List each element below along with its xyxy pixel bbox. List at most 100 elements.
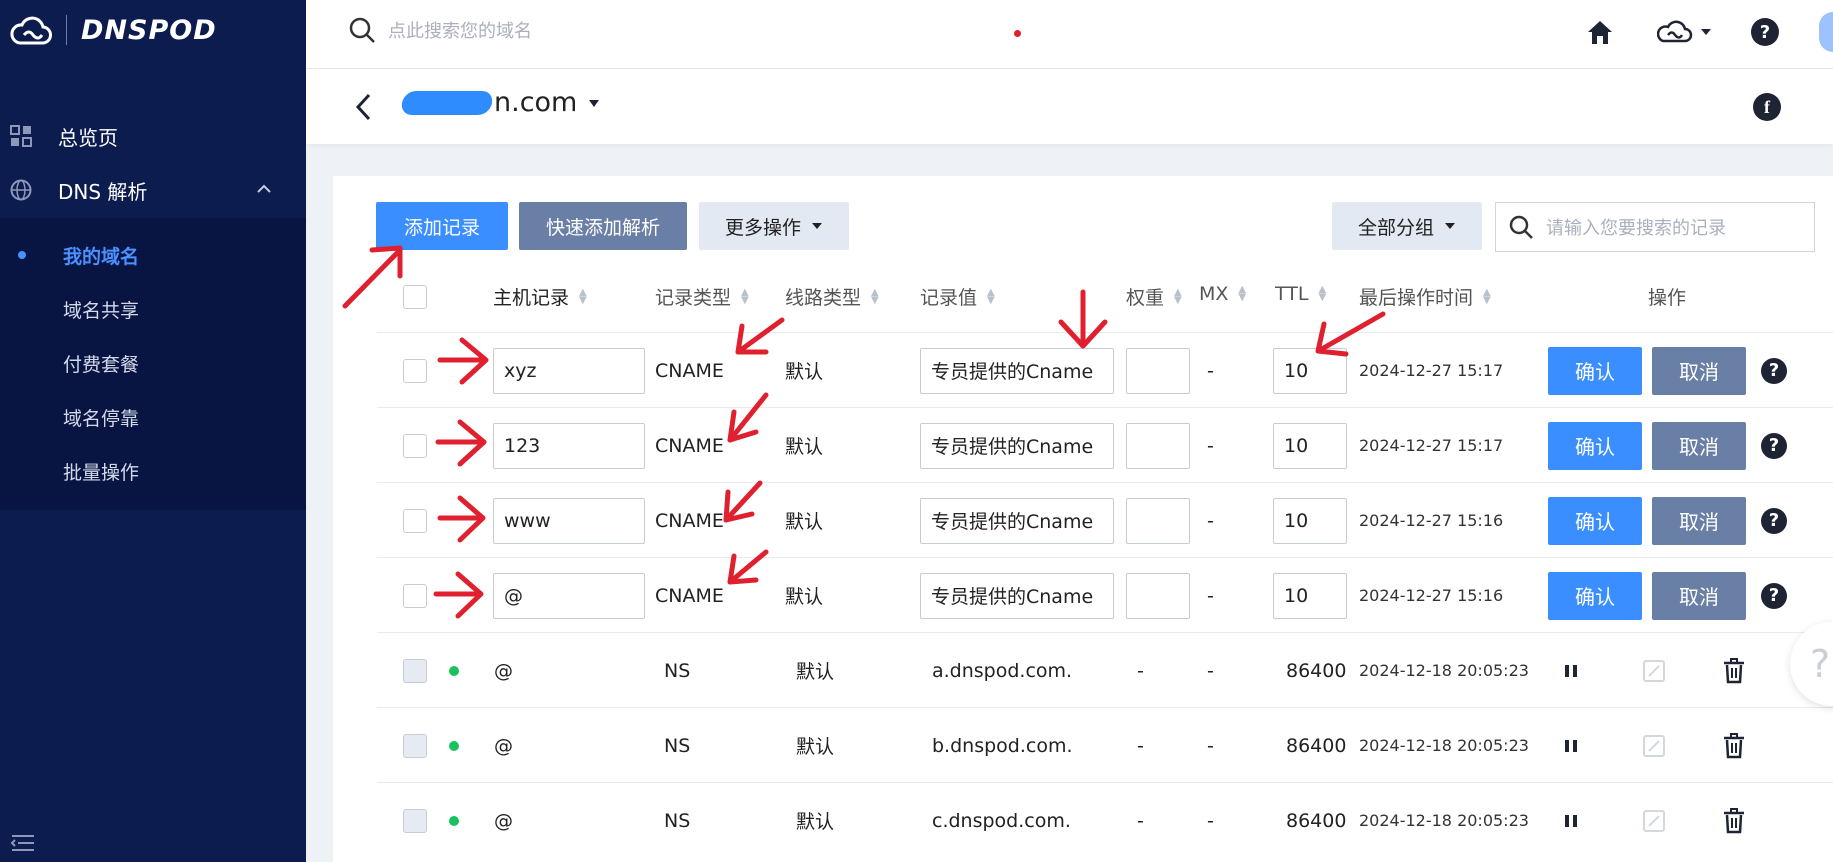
more-ops-label: 更多操作 [724, 216, 801, 239]
ttl-input[interactable]: 10 [1273, 347, 1347, 394]
more-ops-dropdown[interactable]: 更多操作 [699, 202, 849, 250]
help-icon[interactable]: ? [1761, 432, 1787, 459]
header-ttl[interactable]: TTL ▲ ▼ [1275, 283, 1326, 305]
host-input[interactable]: xyz [493, 347, 645, 394]
sidebar-item-domain-parking[interactable]: 域名停靠 [0, 390, 306, 444]
trash-icon[interactable] [1722, 732, 1746, 759]
trash-icon[interactable] [1722, 657, 1746, 684]
quick-add-button[interactable]: 快速添加解析 [519, 202, 687, 250]
help-icon[interactable]: ? [1761, 357, 1787, 384]
line-value: 默认 [796, 661, 835, 683]
value-input[interactable]: 专员提供的Cname [920, 497, 1114, 544]
weight-input[interactable] [1126, 422, 1190, 469]
edit-icon [1643, 659, 1665, 682]
line-select[interactable]: 默认 [785, 483, 823, 558]
help-icon[interactable]: ? [1751, 18, 1779, 46]
back-arrow-icon[interactable] [354, 93, 372, 121]
type-select[interactable]: CNAME [655, 333, 724, 408]
home-icon[interactable] [1585, 17, 1615, 47]
cancel-button[interactable]: 取消 [1652, 346, 1746, 395]
pause-icon[interactable] [1564, 813, 1578, 829]
select-all-checkbox[interactable] [403, 285, 427, 309]
cancel-button[interactable]: 取消 [1652, 571, 1746, 620]
type-select[interactable]: CNAME [655, 408, 724, 483]
ttl-input[interactable]: 10 [1273, 497, 1347, 544]
confirm-button[interactable]: 确认 [1548, 496, 1642, 545]
row-checkbox[interactable] [403, 333, 427, 408]
value-input[interactable]: 专员提供的Cname [920, 347, 1114, 394]
sidebar-item-label: 总览页 [58, 125, 118, 150]
mx-value: - [1207, 359, 1214, 382]
header-value[interactable]: 记录值 ▲ ▼ [920, 283, 995, 310]
weight-input[interactable] [1126, 497, 1190, 544]
confirm-button[interactable]: 确认 [1548, 571, 1642, 620]
confirm-button[interactable]: 确认 [1548, 346, 1642, 395]
ttl-input[interactable]: 10 [1273, 572, 1347, 619]
host-input[interactable]: @ [493, 572, 645, 619]
row-checkbox-disabled [403, 708, 427, 783]
trash-icon[interactable] [1722, 807, 1746, 834]
help-icon[interactable]: ? [1761, 507, 1787, 534]
chevron-up-icon[interactable] [256, 183, 272, 195]
pause-icon[interactable] [1564, 663, 1578, 679]
avatar[interactable] [1819, 12, 1833, 52]
group-filter-label: 全部分组 [1357, 216, 1434, 239]
weight-input[interactable] [1126, 572, 1190, 619]
ttl-input[interactable]: 10 [1273, 422, 1347, 469]
ttl-value: 86400 [1286, 659, 1347, 682]
sidebar-item-my-domains[interactable]: 我的域名 [0, 228, 306, 282]
status-dot [449, 815, 459, 826]
type-select[interactable]: CNAME [655, 483, 724, 558]
add-record-button[interactable]: 添加记录 [376, 202, 508, 250]
help-icon[interactable]: ? [1761, 582, 1787, 609]
sidebar-item-domain-share[interactable]: 域名共享 [0, 282, 306, 336]
cancel-button[interactable]: 取消 [1652, 421, 1746, 470]
header-last-time[interactable]: 最后操作时间 ▲ ▼ [1359, 283, 1491, 310]
weight-input[interactable] [1126, 347, 1190, 394]
line-select[interactable]: 默认 [785, 408, 823, 483]
logo-text: DNSPOD [81, 14, 217, 46]
sidebar-item-overview[interactable]: 总览页 [0, 110, 306, 162]
notification-dot [1014, 30, 1021, 37]
host-value: @ [494, 734, 513, 757]
group-filter-dropdown[interactable]: 全部分组 [1332, 202, 1482, 250]
table-row: @ NS 默认 a.dnspod.com. - - 86400 2024-12-… [377, 632, 1833, 708]
host-value: @ [494, 809, 513, 832]
line-select[interactable]: 默认 [785, 333, 823, 408]
collapse-menu-icon[interactable] [10, 832, 36, 854]
cancel-button[interactable]: 取消 [1652, 496, 1746, 545]
sidebar-item-label: 批量操作 [63, 461, 140, 484]
facebook-icon[interactable]: f [1753, 93, 1781, 121]
weight-value: - [1137, 809, 1144, 832]
domain-selector[interactable]: n.com [399, 87, 601, 118]
value-input[interactable]: 专员提供的Cname [920, 572, 1114, 619]
header-line[interactable]: 线路类型 ▲ ▼ [785, 283, 879, 310]
host-input[interactable]: www [493, 497, 645, 544]
domain-search[interactable]: 点此搜索您的域名 [348, 16, 532, 44]
logo[interactable]: DNSPOD [10, 10, 217, 50]
value-input[interactable]: 专员提供的Cname [920, 422, 1114, 469]
mx-value: - [1207, 434, 1214, 457]
mx-value: - [1207, 509, 1214, 532]
sort-icon: ▲ ▼ [987, 286, 995, 306]
confirm-button[interactable]: 确认 [1548, 421, 1642, 470]
edit-icon [1643, 734, 1665, 757]
header-mx[interactable]: MX ▲ ▼ [1199, 283, 1246, 305]
line-select[interactable]: 默认 [785, 558, 823, 633]
table-row: @ CNAME 默认 专员提供的Cname - 10 2024-12-27 15… [377, 557, 1833, 633]
cloud-menu-icon[interactable] [1657, 17, 1715, 47]
row-checkbox[interactable] [403, 408, 427, 483]
header-weight[interactable]: 权重 ▲ ▼ [1126, 283, 1182, 310]
host-input[interactable]: 123 [493, 422, 645, 469]
record-search-input[interactable]: 请输入您要搜索的记录 [1495, 202, 1815, 252]
row-checkbox[interactable] [403, 558, 427, 633]
header-type[interactable]: 记录类型 ▲ ▼ [655, 283, 749, 310]
row-checkbox[interactable] [403, 483, 427, 558]
sidebar-item-label: 域名停靠 [63, 407, 140, 430]
pause-icon[interactable] [1564, 738, 1578, 754]
header-host[interactable]: 主机记录 ▲ ▼ [493, 283, 587, 310]
sidebar-item-batch-ops[interactable]: 批量操作 [0, 444, 306, 498]
sidebar-item-paid-plans[interactable]: 付费套餐 [0, 336, 306, 390]
type-select[interactable]: CNAME [655, 558, 724, 633]
sidebar-item-dns[interactable]: DNS 解析 [0, 164, 306, 216]
